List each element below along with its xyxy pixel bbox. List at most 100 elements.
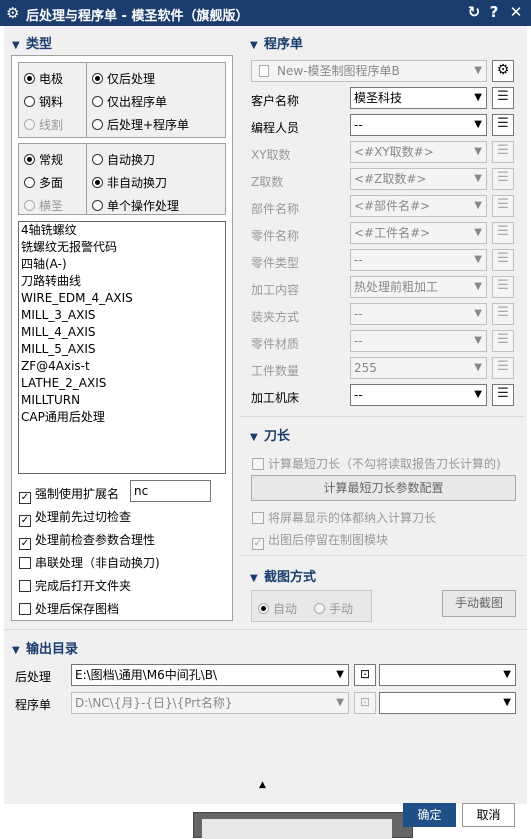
chevron-down-icon: ▼ <box>474 119 482 130</box>
extension-input[interactable]: nc <box>130 480 211 502</box>
chevron-down-icon: ▼ <box>474 335 482 346</box>
radio-post-only[interactable]: 仅后处理 <box>92 70 155 87</box>
expand-arrow-icon[interactable]: ▲ <box>259 780 266 790</box>
chevron-down-icon: ▼ <box>474 389 482 400</box>
collapse-arrow-icon: ▼ <box>12 645 20 656</box>
list-item[interactable]: 铣螺纹无报警代码 <box>19 239 225 256</box>
radio-material-electrode[interactable]: 电极 <box>24 70 63 87</box>
list-item[interactable]: 四轴(A-) <box>19 256 225 273</box>
field-dropdown-machine[interactable]: -- ▼ <box>350 384 487 406</box>
screenshot-preview-thumbnail <box>193 812 413 839</box>
cancel-button[interactable]: 取消 <box>462 803 515 827</box>
field-dropdown-part: <#部件名#> ▼ <box>350 195 487 217</box>
radio-no-auto-toolchange[interactable]: 非自动换刀 <box>92 174 167 191</box>
divider <box>240 555 525 556</box>
program-sheet-header[interactable]: ▼ 程序单 <box>250 33 303 53</box>
radio-auto-toolchange[interactable]: 自动换刀 <box>92 151 155 168</box>
reset-icon[interactable]: ↻ <box>466 3 482 21</box>
field-dropdown-content: 热处理前粗加工 ▼ <box>350 276 487 298</box>
radio-sheet-only[interactable]: 仅出程序单 <box>92 93 167 110</box>
radio-material-wirecut: 线割 <box>24 116 63 133</box>
post-folder-button[interactable]: ⊡ <box>354 664 376 686</box>
list-icon: ☰ <box>497 224 509 239</box>
list-item[interactable]: MILL_3_AXIS <box>19 307 225 324</box>
field-list-button-machine[interactable]: ☰ <box>492 384 514 406</box>
list-item[interactable]: LATHE_2_AXIS <box>19 375 225 392</box>
field-dropdown-z: <#Z取数#> ▼ <box>350 168 487 190</box>
radio-mode-normal[interactable]: 常规 <box>24 151 63 168</box>
list-icon: ☰ <box>497 89 509 104</box>
post-ext-dropdown[interactable]: ▼ <box>379 664 516 686</box>
field-list-button-programmer[interactable]: ☰ <box>492 114 514 136</box>
template-dropdown[interactable]: New-模圣制图程序单B ▼ <box>251 60 487 82</box>
checkbox-overcut-check[interactable]: ✓ 处理前先过切检查 <box>19 508 131 527</box>
output-section-header[interactable]: ▼ 输出目录 <box>12 638 78 658</box>
checkbox-param-check[interactable]: ✓ 处理前检查参数合理性 <box>19 531 155 550</box>
close-icon[interactable]: ✕ <box>508 3 524 21</box>
list-icon: ☰ <box>497 116 509 131</box>
field-list-button-component: ☰ <box>492 222 514 244</box>
chevron-down-icon: ▼ <box>474 65 482 76</box>
field-list-button-customer[interactable]: ☰ <box>492 87 514 109</box>
radio-post-and-sheet[interactable]: 后处理+程序单 <box>92 116 189 133</box>
field-label-programmer: 编程人员 <box>251 121 300 135</box>
field-label-machine: 加工机床 <box>251 391 300 405</box>
field-label-customer: 客户名称 <box>251 94 300 108</box>
checkbox-open-folder[interactable]: 完成后打开文件夹 <box>19 577 131 594</box>
post-dir-label: 后处理 <box>15 670 52 684</box>
field-list-button-z: ☰ <box>492 168 514 190</box>
field-list-button-content: ☰ <box>492 276 514 298</box>
list-icon: ☰ <box>497 197 509 212</box>
divider <box>240 416 525 417</box>
chevron-down-icon: ▼ <box>474 254 482 265</box>
postprocessor-list[interactable]: 4轴铣螺纹 铣螺纹无报警代码 四轴(A-) 刀路转曲线 WIRE_EDM_4_A… <box>18 221 226 474</box>
checkbox-stay-drawing: ✓ 出图后停留在制图模块 <box>252 533 389 550</box>
list-item[interactable]: 刀路转曲线 <box>19 273 225 290</box>
sheet-ext-dropdown[interactable]: ▼ <box>379 692 516 714</box>
help-icon[interactable]: ? <box>486 3 502 21</box>
list-icon: ☰ <box>497 278 509 293</box>
manual-capture-button: 手动截图 <box>442 590 516 617</box>
field-label-part: 部件名称 <box>251 202 300 216</box>
field-label-material: 零件材质 <box>251 337 300 351</box>
list-item[interactable]: WIRE_EDM_4_AXIS <box>19 290 225 307</box>
list-icon: ☰ <box>497 305 509 320</box>
sheet-dir-dropdown: D:\NC\{月}-{日}\{Prt名称} ▼ <box>71 692 349 714</box>
field-label-component: 零件名称 <box>251 229 300 243</box>
list-item[interactable]: MILL_5_AXIS <box>19 341 225 358</box>
collapse-arrow-icon: ▼ <box>250 40 258 51</box>
ok-button[interactable]: 确定 <box>403 803 456 827</box>
gear-icon: ⚙ <box>496 62 510 78</box>
tool-section-header[interactable]: ▼ 刀长 <box>250 425 290 445</box>
divider <box>86 143 87 215</box>
chevron-down-icon: ▼ <box>474 92 482 103</box>
field-dropdown-material: -- ▼ <box>350 330 487 352</box>
list-icon: ☰ <box>497 251 509 266</box>
list-item[interactable]: 4轴铣螺纹 <box>19 222 225 239</box>
field-dropdown-customer[interactable]: 模圣科技 ▼ <box>350 87 487 109</box>
field-dropdown-quantity: 255 ▼ <box>350 357 487 379</box>
radio-material-steel[interactable]: 钢料 <box>24 93 63 110</box>
list-item[interactable]: CAP通用后处理 <box>19 409 225 426</box>
checkbox-force-extension[interactable]: ✓ 强制使用扩展名 <box>19 485 119 504</box>
capture-section-header[interactable]: ▼ 截图方式 <box>250 566 316 586</box>
list-item[interactable]: MILLTURN <box>19 392 225 409</box>
field-label-content: 加工内容 <box>251 283 300 297</box>
list-item[interactable]: MILL_4_AXIS <box>19 324 225 341</box>
radio-mode-multiface[interactable]: 多面 <box>24 174 63 191</box>
radio-single-operation[interactable]: 单个操作处理 <box>92 197 179 214</box>
type-section-header[interactable]: ▼ 类型 <box>12 33 52 53</box>
list-icon: ☰ <box>497 386 509 401</box>
post-dir-dropdown[interactable]: E:\图档\通用\M6中间孔\B\ ▼ <box>71 664 349 686</box>
checkbox-save-file[interactable]: 处理后保存图档 <box>19 600 119 617</box>
list-icon: ☰ <box>497 332 509 347</box>
divider <box>86 62 87 138</box>
field-list-button-quantity: ☰ <box>492 357 514 379</box>
field-list-button-xy: ☰ <box>492 141 514 163</box>
list-item[interactable]: ZF@4Axis-t <box>19 358 225 375</box>
checkbox-serial-process[interactable]: 串联处理（非自动换刀) <box>19 554 160 571</box>
field-dropdown-programmer[interactable]: -- ▼ <box>350 114 487 136</box>
checkbox-include-screen: 将屏幕显示的体都纳入计算刀长 <box>252 509 436 526</box>
list-icon: ☰ <box>497 359 509 374</box>
template-settings-button[interactable]: ⚙ <box>492 60 514 82</box>
